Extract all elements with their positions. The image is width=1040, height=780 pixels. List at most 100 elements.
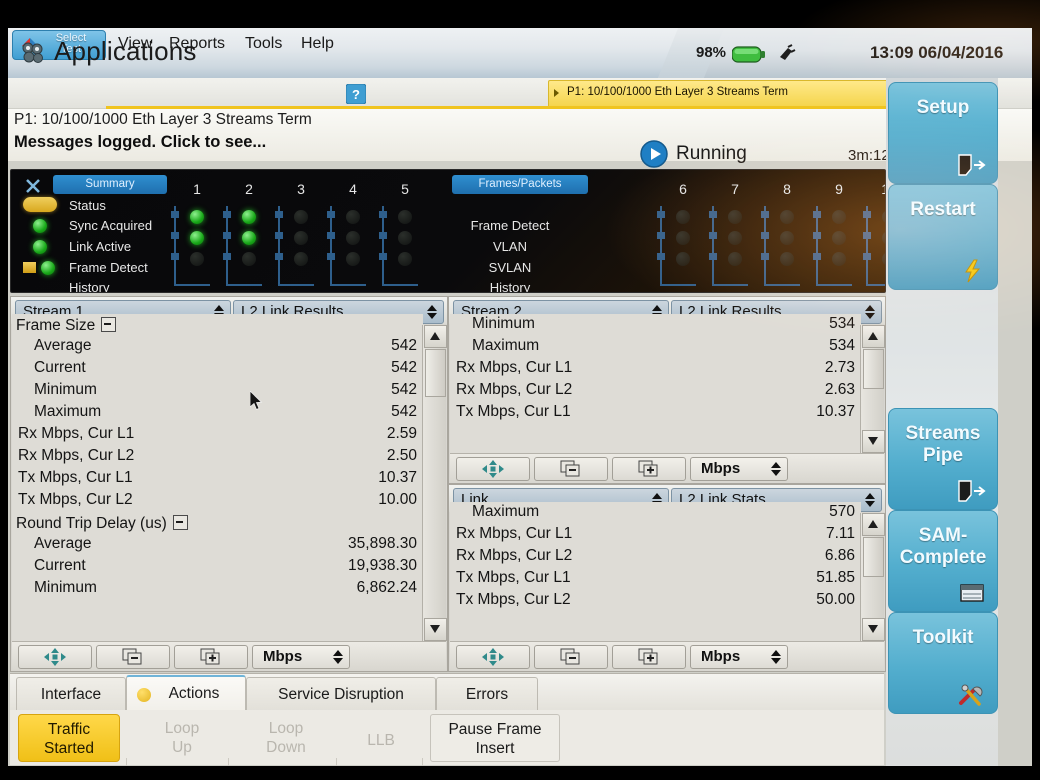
table-row[interactable]: Rx Mbps, Cur L1 7.11 [450,524,861,546]
chevron-updown-icon [864,304,876,320]
table-row[interactable]: Current 19,938.30 [12,556,423,578]
remove-pane-icon-button[interactable] [534,457,608,481]
action-button-traffic-started[interactable]: Traffic Started [18,714,120,762]
active-test-tab[interactable]: P1: 10/100/1000 Eth Layer 3 Streams Term [548,80,888,108]
tab-interface[interactable]: Interface [16,677,126,711]
summary-button[interactable]: Summary [53,175,167,194]
table-row[interactable]: Maximum 570 [450,502,861,524]
led-indicator [190,210,204,224]
row-label: Tx Mbps, Cur L2 [18,491,133,508]
table-row[interactable]: Rx Mbps, Cur L2 2.50 [12,446,423,468]
led-bracket-tick [813,211,821,218]
add-pane-icon-button[interactable] [612,645,686,669]
stream2-scrollbar[interactable] [860,325,885,453]
table-row[interactable]: Rx Mbps, Cur L1 2.59 [12,424,423,446]
tab-errors[interactable]: Errors [436,677,538,711]
close-x-icon[interactable] [25,178,41,194]
scroll-up-button[interactable] [862,513,885,536]
scroll-thumb[interactable] [863,537,884,577]
stream2-units-select[interactable]: Mbps [690,457,788,481]
sidebar-button-label-2: Complete [899,547,987,568]
action-button-label-1: Traffic [47,721,91,738]
led-bracket-tick [863,253,871,260]
led-bracket-tick [379,253,387,260]
table-row[interactable]: Tx Mbps, Cur L2 10.00 [12,490,423,512]
add-pane-icon-button[interactable] [174,645,248,669]
table-row[interactable]: Minimum 6,862.24 [12,578,423,600]
menu-help[interactable]: Help [301,35,334,53]
action-button-label-2: Up [172,739,192,756]
table-row[interactable]: Rx Mbps, Cur L2 6.86 [450,546,861,568]
sidebar-button-restart[interactable]: Restart [888,184,998,290]
table-row[interactable]: Round Trip Delay (us) [12,512,423,534]
scroll-up-button[interactable] [862,325,885,348]
table-row[interactable]: Minimum 542 [12,380,423,402]
tab-actions[interactable]: Actions [126,675,246,712]
status-message[interactable]: Messages logged. Click to see... [14,133,266,152]
led-link-active [33,240,47,254]
table-row[interactable]: Current 542 [12,358,423,380]
sidebar-button-setup[interactable]: Setup [888,82,998,184]
table-row[interactable]: Tx Mbps, Cur L1 51.85 [450,568,861,590]
chevron-updown-icon [864,492,876,508]
scroll-down-button[interactable] [862,430,885,453]
stream1-units-select[interactable]: Mbps [252,645,350,669]
led-bracket-tick [275,232,283,239]
scroll-thumb[interactable] [863,349,884,389]
table-row[interactable]: Tx Mbps, Cur L1 10.37 [450,402,861,424]
collapse-toggle-icon[interactable] [101,317,117,332]
led-bracket-tick [813,253,821,260]
menu-tools[interactable]: Tools [245,35,282,53]
row-value: 542 [391,403,417,420]
stream2-toolbar: Mbps [450,453,884,482]
led-indicator [242,210,256,224]
action-button-llb: LLB [342,714,420,762]
row-label: Minimum [472,315,535,332]
table-row[interactable]: Minimum 534 [450,314,861,336]
remove-pane-icon-button[interactable] [534,645,608,669]
table-row[interactable]: Maximum 534 [450,336,861,358]
scroll-thumb[interactable] [425,349,446,397]
add-pane-icon-button[interactable] [612,457,686,481]
sidebar-button-toolkit[interactable]: Toolkit [888,612,998,714]
table-row[interactable]: Frame Size [12,314,423,336]
sidebar-button-sam-complete[interactable]: SAM- Complete [888,510,998,612]
led-indicator [346,210,360,224]
led-label-frame-detect: Frame Detect [69,260,148,275]
link-units-select[interactable]: Mbps [690,645,788,669]
move-resize-icon-button[interactable] [18,645,92,669]
fp-label-vlan: VLAN [493,239,527,254]
led-indicator [780,231,794,245]
move-resize-icon-button[interactable] [456,645,530,669]
table-row[interactable]: Rx Mbps, Cur L1 2.73 [450,358,861,380]
scroll-down-button[interactable] [862,618,885,641]
title-bar: Applications 98% 13:09 06/04/2016 [8,28,1032,79]
sidebar-button-label: Toolkit [912,627,974,648]
stream1-scrollbar[interactable] [422,325,447,641]
action-button-pause-frame-insert[interactable]: Pause Frame Insert [430,714,560,762]
scroll-up-button[interactable] [424,325,447,348]
led-summary-panel: Summary Frames/Packets Status Sync Acqui… [10,169,886,293]
row-value: 2.63 [824,381,855,398]
frames-packets-button[interactable]: Frames/Packets [452,175,588,194]
triangle-down-icon [430,625,440,633]
move-resize-icon-button[interactable] [456,457,530,481]
remove-pane-icon-button[interactable] [96,645,170,669]
collapse-toggle-icon[interactable] [172,515,188,530]
table-row[interactable]: Average 542 [12,336,423,358]
tab-service-disruption[interactable]: Service Disruption [246,677,436,711]
table-row[interactable]: Tx Mbps, Cur L1 10.37 [12,468,423,490]
led-column-9: 9 [835,181,843,197]
sidebar-button-streams-pipe[interactable]: Streams Pipe [888,408,998,510]
help-question-icon[interactable]: ? [345,83,367,105]
run-state-label: Running [676,143,747,164]
table-row[interactable]: Rx Mbps, Cur L2 2.63 [450,380,861,402]
action-button-label-2: Insert [475,740,515,757]
led-bracket-tick [863,211,871,218]
table-row[interactable]: Average 35,898.30 [12,534,423,556]
link-scrollbar[interactable] [860,513,885,641]
table-row[interactable]: Maximum 542 [12,402,423,424]
scroll-down-button[interactable] [424,618,447,641]
table-row[interactable]: Tx Mbps, Cur L2 50.00 [450,590,861,612]
sidebar-button-label-2: Pipe [922,445,964,466]
